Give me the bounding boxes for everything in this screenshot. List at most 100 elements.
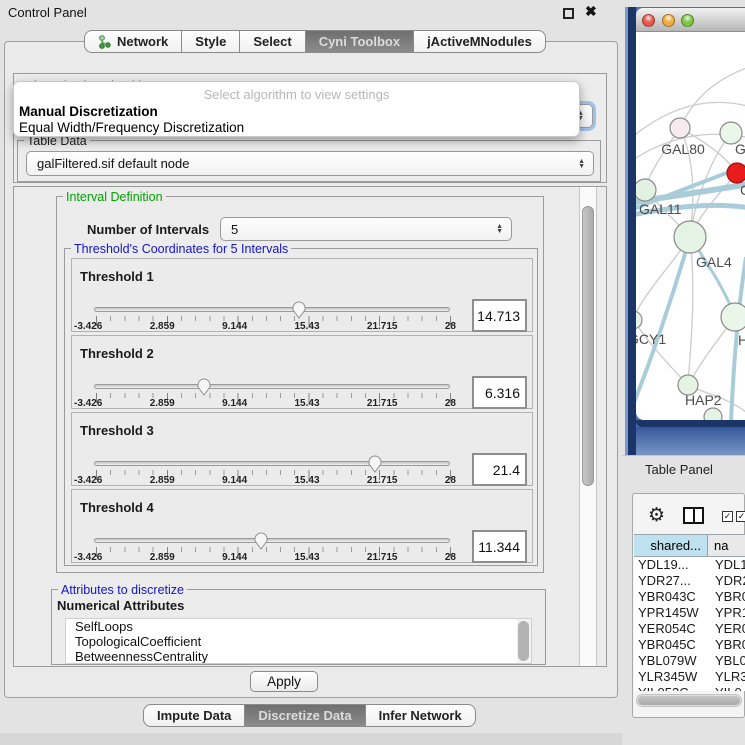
threshold-value-input[interactable]: [472, 376, 527, 409]
cell-shared-name[interactable]: YLR345W: [634, 669, 708, 685]
cell-name[interactable]: YBL0: [708, 653, 745, 669]
tab-jactivemnodules[interactable]: jActiveMNodules: [414, 30, 546, 53]
close-traffic-light[interactable]: [642, 14, 655, 27]
scrollbar-thumb[interactable]: [518, 621, 529, 661]
node-gal11[interactable]: [636, 179, 656, 201]
scale-labels: -3.4262.8599.14415.4321.71528: [74, 398, 456, 409]
threshold-value-input[interactable]: [472, 530, 527, 563]
float-window-icon[interactable]: [563, 8, 574, 19]
table-row[interactable]: YIL052CYIL0: [634, 685, 745, 691]
cell-shared-name[interactable]: YDR27...: [634, 573, 708, 589]
cell-shared-name[interactable]: YDL19...: [634, 557, 708, 573]
tick-label: 15.43: [295, 552, 320, 563]
node-label: HAP2: [685, 392, 722, 408]
apply-button[interactable]: Apply: [250, 671, 318, 692]
dropdown-option-manual[interactable]: Manual Discretization: [19, 104, 158, 119]
tab-discretize-data[interactable]: Discretize Data: [245, 704, 365, 727]
gear-icon[interactable]: ⚙: [648, 504, 665, 526]
tick-label: 21.715: [367, 552, 398, 563]
column-header-shared-name[interactable]: shared...: [634, 535, 708, 556]
network-view-window[interactable]: GAL80 GA C GAL11 GAL4 GCY1 H HAP2: [625, 7, 745, 455]
slider-track[interactable]: [94, 384, 450, 389]
numerical-attributes-list[interactable]: SelfLoopsTopologicalCoefficientBetweenne…: [65, 618, 532, 664]
scrollbar-thumb[interactable]: [638, 696, 740, 705]
slider-track[interactable]: [94, 538, 450, 543]
list-scrollbar[interactable]: [517, 619, 531, 663]
tab-style[interactable]: Style: [182, 30, 240, 53]
numerical-attributes-label: Numerical Attributes: [57, 598, 184, 613]
table-row[interactable]: YBL079WYBL0: [634, 653, 745, 669]
attributes-group: Attributes to discretize Numerical Attri…: [51, 589, 546, 665]
panel-title: Control Panel: [8, 5, 87, 20]
table-row[interactable]: YDL19...YDL1: [634, 557, 745, 573]
algorithm-settings-panel: Interval Definition Number of Intervals …: [13, 186, 607, 667]
tab-impute-data[interactable]: Impute Data: [143, 704, 245, 727]
node-table: shared... na YDL19...YDL1YDR27...YDR2YBR…: [634, 534, 745, 691]
zoom-traffic-light[interactable]: [681, 14, 694, 27]
network-window-titlebar[interactable]: [636, 8, 745, 32]
scrollbar-thumb[interactable]: [582, 206, 594, 486]
node-gcy1[interactable]: [636, 311, 642, 329]
dropdown-option-equal-width[interactable]: Equal Width/Frequency Discretization: [19, 120, 244, 135]
horizontal-scrollbar[interactable]: [636, 694, 742, 707]
attribute-list-item[interactable]: TopologicalCoefficient: [66, 634, 531, 649]
cell-shared-name[interactable]: YBR045C: [634, 637, 708, 653]
cell-name[interactable]: YDL1: [708, 557, 745, 573]
node-selected-red[interactable]: [727, 163, 745, 183]
threshold-value-input[interactable]: [472, 299, 527, 332]
cell-name[interactable]: YPR1: [708, 605, 745, 621]
table-row[interactable]: YDR27...YDR2: [634, 573, 745, 589]
node-bottom[interactable]: [704, 408, 722, 420]
settings-vertical-scrollbar[interactable]: [579, 187, 597, 666]
tab-label: Network: [117, 34, 168, 49]
cell-name[interactable]: YER0: [708, 621, 745, 637]
column-header-name[interactable]: na: [708, 535, 745, 556]
cell-shared-name[interactable]: YIL052C: [634, 685, 708, 691]
node-label: GAL11: [639, 201, 682, 217]
tab-select[interactable]: Select: [240, 30, 305, 53]
cell-shared-name[interactable]: YER054C: [634, 621, 708, 637]
node-gal4[interactable]: [674, 221, 706, 253]
node-right[interactable]: [721, 303, 745, 331]
tab-cyni-toolbox[interactable]: Cyni Toolbox: [306, 30, 414, 53]
slider-track[interactable]: [94, 461, 450, 466]
tick-label: -3.426: [74, 398, 102, 409]
network-canvas[interactable]: GAL80 GA C GAL11 GAL4 GCY1 H HAP2: [636, 32, 745, 420]
attribute-list-item[interactable]: SelfLoops: [66, 619, 531, 634]
table-row[interactable]: YBR043CYBR0: [634, 589, 745, 605]
table-row[interactable]: YPR145WYPR1: [634, 605, 745, 621]
cell-name[interactable]: YBR0: [708, 589, 745, 605]
cell-name[interactable]: YLR3: [708, 669, 745, 685]
cell-shared-name[interactable]: YBL079W: [634, 653, 708, 669]
divider: [622, 455, 745, 456]
cell-shared-name[interactable]: YBR043C: [634, 589, 708, 605]
tick-label: 28: [445, 552, 456, 563]
table-row[interactable]: YER054CYER0: [634, 621, 745, 637]
tab-network[interactable]: Network: [84, 30, 182, 53]
checkbox-icon[interactable]: ✓: [722, 511, 733, 522]
tab-infer-network[interactable]: Infer Network: [366, 704, 476, 727]
threshold-value-input[interactable]: [472, 453, 527, 486]
table-data-combobox[interactable]: galFiltered.sif default node ▲▼: [26, 151, 594, 176]
window-frame: [636, 420, 745, 427]
minimize-traffic-light[interactable]: [662, 14, 675, 27]
attributes-group-title: Attributes to discretize: [58, 583, 187, 597]
tick-label: 28: [445, 398, 456, 409]
slider-track[interactable]: [94, 307, 450, 312]
number-of-intervals-combobox[interactable]: 5 ▲▼: [220, 217, 512, 241]
cell-name[interactable]: YDR2: [708, 573, 745, 589]
cell-name[interactable]: YIL0: [708, 685, 745, 691]
tick-label: 2.859: [150, 398, 175, 409]
column-view-icon[interactable]: [683, 507, 704, 524]
combo-arrows-icon: ▲▼: [496, 224, 503, 234]
cell-name[interactable]: YBR0: [708, 637, 745, 653]
cell-shared-name[interactable]: YPR145W: [634, 605, 708, 621]
close-icon[interactable]: ✖: [585, 3, 597, 20]
checkbox-icon[interactable]: ✓: [736, 511, 745, 522]
attribute-list-item[interactable]: BetweennessCentrality: [66, 649, 531, 664]
table-row[interactable]: YBR045CYBR0: [634, 637, 745, 653]
window-frame: [636, 427, 745, 455]
table-row[interactable]: YLR345WYLR3: [634, 669, 745, 685]
node-gal80[interactable]: [670, 118, 690, 138]
node-label: GAL80: [661, 141, 705, 157]
